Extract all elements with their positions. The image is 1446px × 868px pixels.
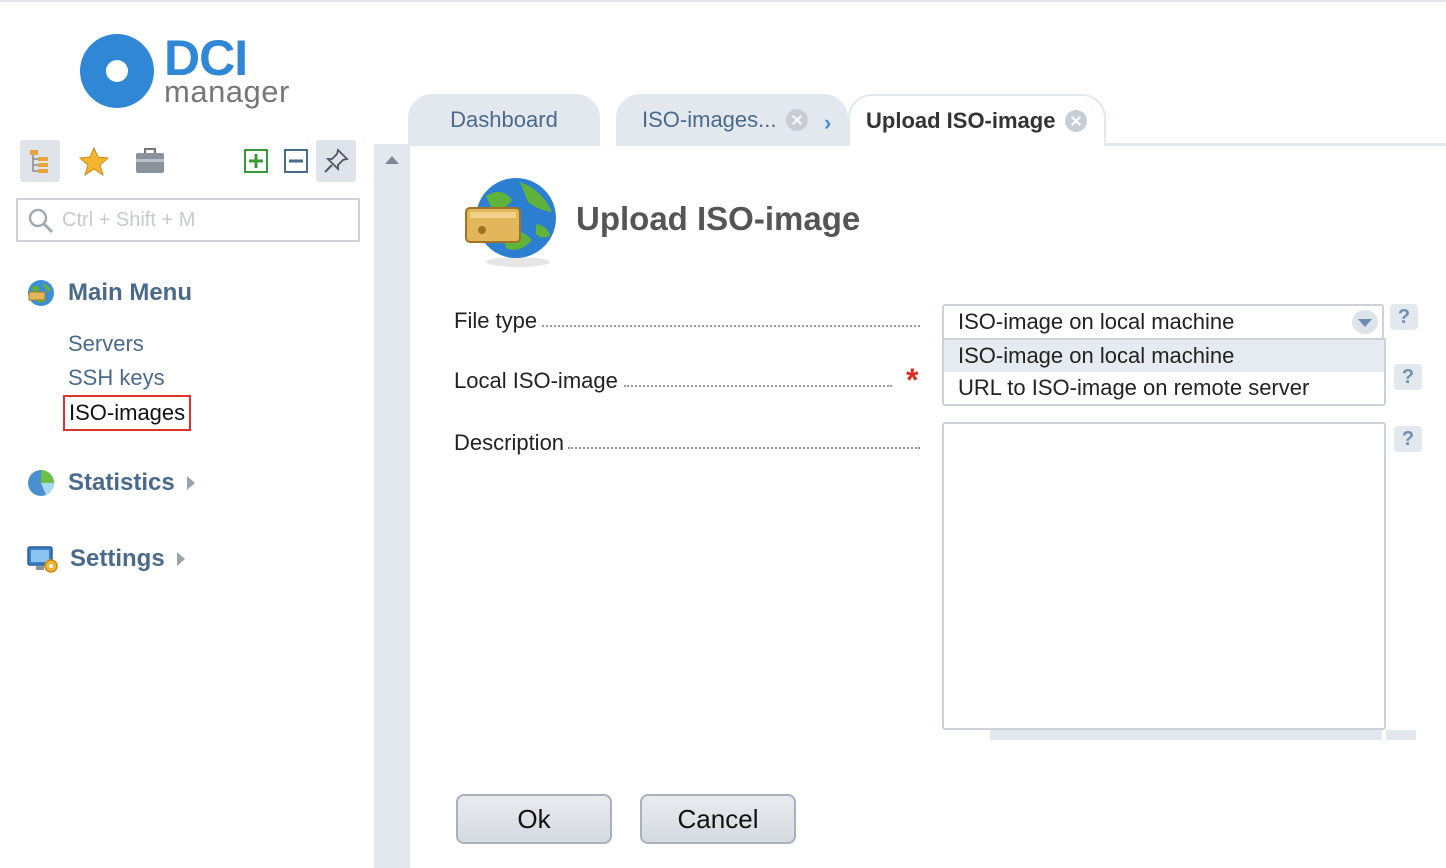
description-textarea[interactable]: [942, 422, 1386, 730]
file-type-select[interactable]: ISO-image on local machine: [942, 304, 1384, 340]
expand-arrow-icon: [186, 476, 195, 490]
monitor-settings-icon: [27, 546, 58, 573]
file-type-dropdown: ISO-image on local machine URL to ISO-im…: [942, 338, 1386, 406]
expand-all-button[interactable]: [236, 140, 276, 182]
cancel-button[interactable]: Cancel: [640, 794, 796, 844]
tab-iso-images-label: ISO-images...: [642, 107, 777, 132]
globe-drive-icon: [465, 178, 556, 267]
globe-icon: [28, 280, 54, 306]
tab-close-icon[interactable]: [786, 109, 809, 131]
tab-upload-iso-image[interactable]: Upload ISO-image: [848, 94, 1106, 146]
menu-item-ssh-keys[interactable]: SSH keys: [68, 364, 165, 392]
textarea-resize-handle[interactable]: [1386, 730, 1416, 740]
breadcrumb-chevron-icon: ›: [824, 110, 832, 135]
tab-dashboard[interactable]: Dashboard: [408, 94, 600, 146]
tree-icon: [30, 150, 48, 173]
star-icon: [78, 146, 110, 176]
file-type-option-local[interactable]: ISO-image on local machine: [944, 340, 1384, 372]
description-label: Description: [454, 430, 564, 456]
menu-item-iso-images[interactable]: ISO-images: [63, 395, 192, 431]
file-type-label-text: File type: [454, 308, 538, 333]
menu-search-box: [16, 198, 360, 242]
file-type-option-remote-url[interactable]: URL to ISO-image on remote server: [944, 372, 1384, 404]
tree-view-button[interactable]: [20, 140, 60, 182]
ok-button[interactable]: Ok: [456, 794, 612, 844]
label-leader-dots: [624, 385, 892, 387]
collapse-all-button[interactable]: [276, 140, 316, 182]
description-help-icon[interactable]: ?: [1394, 426, 1422, 452]
clipboard-button[interactable]: [130, 140, 170, 182]
local-iso-label-text: Local ISO-image: [454, 368, 618, 393]
label-leader-dots: [542, 325, 920, 327]
chevron-down-icon[interactable]: [1352, 310, 1378, 334]
file-type-help-icon[interactable]: ?: [1390, 304, 1418, 330]
menu-section-statistics-label: Statistics: [68, 469, 175, 496]
pie-chart-icon: [28, 470, 54, 496]
menu-section-statistics[interactable]: Statistics: [26, 466, 195, 500]
local-iso-help-icon[interactable]: ?: [1394, 364, 1422, 390]
logo-mark: [80, 34, 154, 108]
search-icon: [28, 208, 54, 234]
tab-dashboard-label: Dashboard: [450, 107, 558, 132]
menu-section-settings-label: Settings: [70, 545, 165, 572]
expand-arrow-icon: [176, 552, 185, 566]
menu-search-input[interactable]: [62, 206, 352, 234]
pin-icon: [324, 148, 349, 173]
menu-section-main-label: Main Menu: [68, 279, 192, 306]
menu-section-main[interactable]: Main Menu: [26, 276, 192, 310]
plus-square-icon: [244, 149, 268, 173]
menu-item-servers[interactable]: Servers: [68, 330, 144, 358]
file-type-label: File type: [454, 308, 537, 334]
pin-menu-button[interactable]: [316, 140, 356, 182]
minus-square-icon: [284, 149, 308, 173]
description-label-text: Description: [454, 430, 565, 455]
briefcase-icon: [136, 148, 164, 173]
favorites-button[interactable]: [74, 140, 114, 182]
tab-upload-iso-image-label: Upload ISO-image: [866, 108, 1056, 133]
local-iso-label: Local ISO-image: [454, 368, 618, 394]
required-asterisk: *: [906, 362, 919, 398]
tabbar-divider: [1106, 143, 1446, 146]
sidebar-splitter[interactable]: [374, 144, 410, 868]
tab-close-icon[interactable]: [1065, 110, 1088, 132]
label-leader-dots: [568, 447, 920, 449]
app-logo: DCI manager: [80, 30, 310, 112]
textarea-resize-bar: [990, 730, 1382, 740]
file-type-select-value: ISO-image on local machine: [958, 309, 1235, 334]
tab-iso-images[interactable]: ISO-images...: [616, 94, 848, 146]
page-title: Upload ISO-image: [576, 200, 861, 237]
sidebar-toolbar: [18, 140, 360, 182]
menu-section-settings[interactable]: Settings: [26, 542, 185, 576]
collapse-up-icon[interactable]: [385, 156, 399, 164]
logo-product: manager: [164, 74, 290, 109]
